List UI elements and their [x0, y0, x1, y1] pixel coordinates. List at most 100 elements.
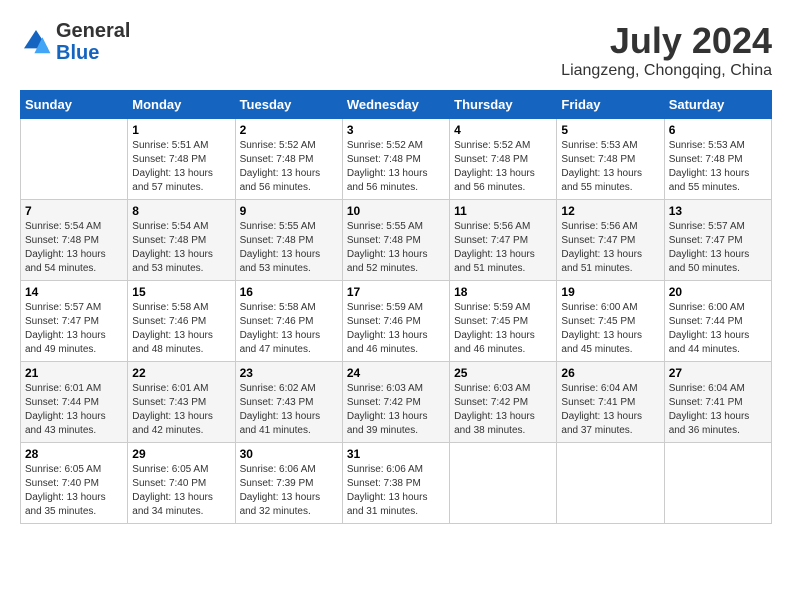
- day-number: 18: [454, 285, 552, 299]
- calendar-cell: [557, 443, 664, 524]
- day-detail: Sunrise: 5:56 AMSunset: 7:47 PMDaylight:…: [561, 220, 659, 276]
- day-detail: Sunrise: 6:00 AMSunset: 7:45 PMDaylight:…: [561, 301, 659, 357]
- calendar-cell: 14Sunrise: 5:57 AMSunset: 7:47 PMDayligh…: [21, 281, 128, 362]
- day-detail: Sunrise: 5:51 AMSunset: 7:48 PMDaylight:…: [132, 139, 230, 195]
- title-area: July 2024 Liangzeng, Chongqing, China: [561, 20, 772, 80]
- calendar-week-row: 7 Sunrise: 5:54 AMSunset: 7:48 PMDaylight…: [21, 200, 772, 281]
- calendar-cell: 5 Sunrise: 5:53 AMSunset: 7:48 PMDaylight…: [557, 119, 664, 200]
- day-detail: Sunrise: 6:05 AMSunset: 7:40 PMDaylight:…: [25, 463, 123, 519]
- calendar-cell: 22 Sunrise: 6:01 AMSunset: 7:43 PMDayligh…: [128, 362, 235, 443]
- day-number: 9: [240, 204, 338, 218]
- day-detail: Sunrise: 6:01 AMSunset: 7:43 PMDaylight:…: [132, 382, 230, 438]
- day-number: 25: [454, 366, 552, 380]
- calendar-cell: 18 Sunrise: 5:59 AMSunset: 7:45 PMDayligh…: [450, 281, 557, 362]
- day-detail: Sunrise: 5:56 AMSunset: 7:47 PMDaylight:…: [454, 220, 552, 276]
- weekday-header: Monday: [128, 91, 235, 119]
- day-number: 22: [132, 366, 230, 380]
- calendar-cell: 16Sunrise: 5:58 AMSunset: 7:46 PMDayligh…: [235, 281, 342, 362]
- calendar-week-row: 14Sunrise: 5:57 AMSunset: 7:47 PMDayligh…: [21, 281, 772, 362]
- calendar-cell: 23 Sunrise: 6:02 AMSunset: 7:43 PMDayligh…: [235, 362, 342, 443]
- day-number: 5: [561, 123, 659, 137]
- day-number: 8: [132, 204, 230, 218]
- weekday-header: Thursday: [450, 91, 557, 119]
- calendar-cell: 10 Sunrise: 5:55 AMSunset: 7:48 PMDayligh…: [342, 200, 449, 281]
- day-detail: Sunrise: 5:59 AMSunset: 7:45 PMDaylight:…: [454, 301, 552, 357]
- calendar-cell: 31Sunrise: 6:06 AMSunset: 7:38 PMDayligh…: [342, 443, 449, 524]
- calendar-cell: 17Sunrise: 5:59 AMSunset: 7:46 PMDayligh…: [342, 281, 449, 362]
- calendar-week-row: 28 Sunrise: 6:05 AMSunset: 7:40 PMDayligh…: [21, 443, 772, 524]
- weekday-header-row: SundayMondayTuesdayWednesdayThursdayFrid…: [21, 91, 772, 119]
- day-detail: Sunrise: 5:52 AMSunset: 7:48 PMDaylight:…: [347, 139, 445, 195]
- calendar-cell: 11 Sunrise: 5:56 AMSunset: 7:47 PMDayligh…: [450, 200, 557, 281]
- day-number: 12: [561, 204, 659, 218]
- calendar-cell: 21 Sunrise: 6:01 AMSunset: 7:44 PMDayligh…: [21, 362, 128, 443]
- day-number: 27: [669, 366, 767, 380]
- logo: General Blue: [20, 20, 130, 64]
- day-detail: Sunrise: 5:53 AMSunset: 7:48 PMDaylight:…: [669, 139, 767, 195]
- day-detail: Sunrise: 5:54 AMSunset: 7:48 PMDaylight:…: [25, 220, 123, 276]
- weekday-header: Saturday: [664, 91, 771, 119]
- day-number: 29: [132, 447, 230, 461]
- day-detail: Sunrise: 5:55 AMSunset: 7:48 PMDaylight:…: [347, 220, 445, 276]
- day-number: 2: [240, 123, 338, 137]
- calendar-cell: 29 Sunrise: 6:05 AMSunset: 7:40 PMDayligh…: [128, 443, 235, 524]
- calendar-cell: 19Sunrise: 6:00 AMSunset: 7:45 PMDayligh…: [557, 281, 664, 362]
- day-detail: Sunrise: 5:58 AMSunset: 7:46 PMDaylight:…: [132, 301, 230, 357]
- calendar-cell: [664, 443, 771, 524]
- day-number: 28: [25, 447, 123, 461]
- calendar-cell: 15 Sunrise: 5:58 AMSunset: 7:46 PMDayligh…: [128, 281, 235, 362]
- calendar-cell: 8Sunrise: 5:54 AMSunset: 7:48 PMDaylight…: [128, 200, 235, 281]
- day-number: 3: [347, 123, 445, 137]
- day-detail: Sunrise: 6:01 AMSunset: 7:44 PMDaylight:…: [25, 382, 123, 438]
- day-number: 15: [132, 285, 230, 299]
- day-detail: Sunrise: 5:52 AMSunset: 7:48 PMDaylight:…: [240, 139, 338, 195]
- location-title: Liangzeng, Chongqing, China: [561, 62, 772, 80]
- day-number: 6: [669, 123, 767, 137]
- calendar-cell: 6 Sunrise: 5:53 AMSunset: 7:48 PMDaylight…: [664, 119, 771, 200]
- day-number: 30: [240, 447, 338, 461]
- day-number: 24: [347, 366, 445, 380]
- calendar-cell: 7 Sunrise: 5:54 AMSunset: 7:48 PMDaylight…: [21, 200, 128, 281]
- logo-text: General Blue: [56, 20, 130, 64]
- day-detail: Sunrise: 6:03 AMSunset: 7:42 PMDaylight:…: [454, 382, 552, 438]
- day-detail: Sunrise: 5:55 AMSunset: 7:48 PMDaylight:…: [240, 220, 338, 276]
- weekday-header: Friday: [557, 91, 664, 119]
- day-number: 10: [347, 204, 445, 218]
- day-number: 11: [454, 204, 552, 218]
- calendar-cell: 2 Sunrise: 5:52 AMSunset: 7:48 PMDaylight…: [235, 119, 342, 200]
- day-detail: Sunrise: 6:05 AMSunset: 7:40 PMDaylight:…: [132, 463, 230, 519]
- day-number: 21: [25, 366, 123, 380]
- calendar-cell: 4Sunrise: 5:52 AMSunset: 7:48 PMDaylight…: [450, 119, 557, 200]
- day-detail: Sunrise: 6:03 AMSunset: 7:42 PMDaylight:…: [347, 382, 445, 438]
- day-detail: Sunrise: 6:02 AMSunset: 7:43 PMDaylight:…: [240, 382, 338, 438]
- day-number: 16: [240, 285, 338, 299]
- day-detail: Sunrise: 6:06 AMSunset: 7:38 PMDaylight:…: [347, 463, 445, 519]
- logo-icon: [20, 26, 52, 58]
- month-title: July 2024: [561, 20, 772, 62]
- day-detail: Sunrise: 5:59 AMSunset: 7:46 PMDaylight:…: [347, 301, 445, 357]
- calendar-cell: 9 Sunrise: 5:55 AMSunset: 7:48 PMDaylight…: [235, 200, 342, 281]
- day-detail: Sunrise: 5:53 AMSunset: 7:48 PMDaylight:…: [561, 139, 659, 195]
- day-number: 7: [25, 204, 123, 218]
- day-number: 13: [669, 204, 767, 218]
- day-number: 26: [561, 366, 659, 380]
- day-number: 4: [454, 123, 552, 137]
- calendar-cell: [21, 119, 128, 200]
- calendar-cell: [450, 443, 557, 524]
- day-detail: Sunrise: 6:04 AMSunset: 7:41 PMDaylight:…: [669, 382, 767, 438]
- day-detail: Sunrise: 5:57 AMSunset: 7:47 PMDaylight:…: [669, 220, 767, 276]
- day-detail: Sunrise: 6:00 AMSunset: 7:44 PMDaylight:…: [669, 301, 767, 357]
- calendar-cell: 13 Sunrise: 5:57 AMSunset: 7:47 PMDayligh…: [664, 200, 771, 281]
- day-number: 20: [669, 285, 767, 299]
- calendar-cell: 30 Sunrise: 6:06 AMSunset: 7:39 PMDayligh…: [235, 443, 342, 524]
- header: General Blue July 2024 Liangzeng, Chongq…: [20, 20, 772, 80]
- day-detail: Sunrise: 6:06 AMSunset: 7:39 PMDaylight:…: [240, 463, 338, 519]
- weekday-header: Tuesday: [235, 91, 342, 119]
- weekday-header: Sunday: [21, 91, 128, 119]
- day-number: 23: [240, 366, 338, 380]
- calendar-cell: 25 Sunrise: 6:03 AMSunset: 7:42 PMDayligh…: [450, 362, 557, 443]
- calendar-cell: 24 Sunrise: 6:03 AMSunset: 7:42 PMDayligh…: [342, 362, 449, 443]
- calendar-cell: 26Sunrise: 6:04 AMSunset: 7:41 PMDayligh…: [557, 362, 664, 443]
- calendar-week-row: 1Sunrise: 5:51 AMSunset: 7:48 PMDaylight…: [21, 119, 772, 200]
- day-detail: Sunrise: 5:57 AMSunset: 7:47 PMDaylight:…: [25, 301, 123, 357]
